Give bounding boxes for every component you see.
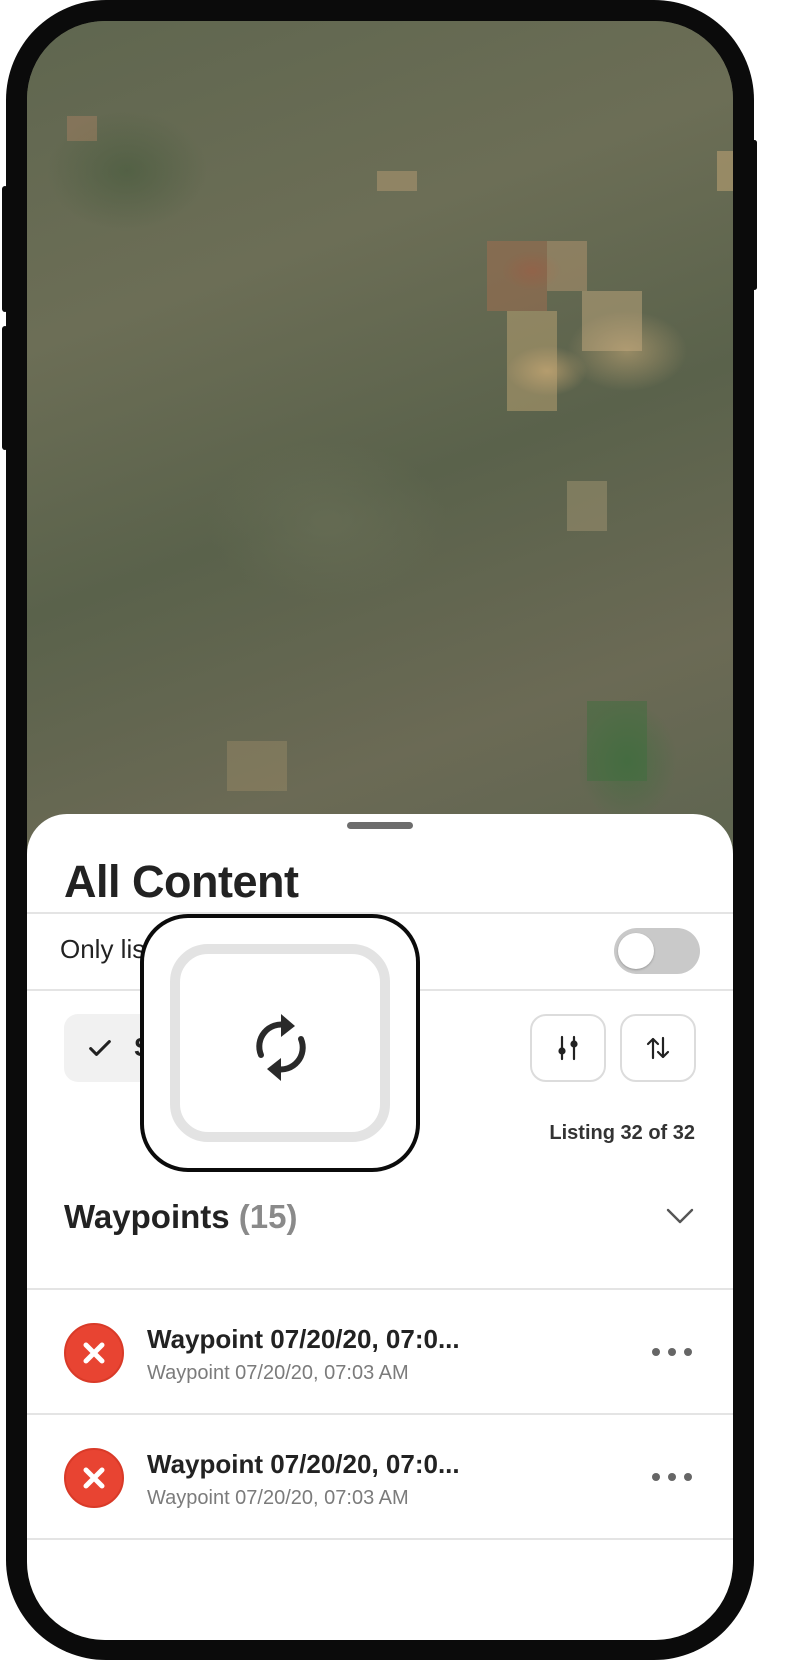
section-count: (15) bbox=[238, 1198, 298, 1235]
satellite-map[interactable] bbox=[27, 21, 733, 851]
red-x-icon bbox=[64, 1448, 124, 1508]
drag-handle[interactable] bbox=[347, 822, 413, 829]
sync-callout bbox=[140, 914, 420, 1172]
section-header[interactable]: Waypoints (15) bbox=[64, 1198, 297, 1236]
only-on-screen-toggle[interactable] bbox=[614, 928, 700, 974]
more-options-icon[interactable] bbox=[650, 1346, 694, 1358]
chevron-down-icon[interactable] bbox=[665, 1206, 695, 1226]
check-icon bbox=[89, 1040, 111, 1056]
sheet-title: All Content bbox=[64, 856, 299, 907]
item-subtitle: Waypoint 07/20/20, 07:03 AM bbox=[147, 1362, 409, 1384]
sort-arrows-icon bbox=[646, 1036, 670, 1060]
side-button-right bbox=[752, 140, 757, 290]
phone-screen: All Content Only list content on screen … bbox=[27, 21, 733, 1640]
more-options-icon[interactable] bbox=[650, 1471, 694, 1483]
side-button-left-1 bbox=[2, 186, 8, 312]
item-subtitle: Waypoint 07/20/20, 07:03 AM bbox=[147, 1487, 409, 1509]
side-button-left-2 bbox=[2, 326, 8, 450]
section-title: Waypoints bbox=[64, 1198, 230, 1235]
sort-button[interactable] bbox=[620, 1014, 696, 1082]
red-x-icon bbox=[64, 1323, 124, 1383]
item-title: Waypoint 07/20/20, 07:0... bbox=[147, 1449, 460, 1479]
listing-count: Listing 32 of 32 bbox=[549, 1122, 695, 1144]
sync-refresh-icon bbox=[256, 1014, 306, 1081]
list-item[interactable]: Waypoint 07/20/20, 07:0... Waypoint 07/2… bbox=[27, 1415, 733, 1539]
divider bbox=[27, 1538, 733, 1540]
item-title: Waypoint 07/20/20, 07:0... bbox=[147, 1324, 460, 1354]
toggle-knob bbox=[618, 933, 654, 969]
sync-button[interactable] bbox=[170, 944, 390, 1142]
sliders-icon bbox=[558, 1035, 578, 1061]
list-item[interactable]: Waypoint 07/20/20, 07:0... Waypoint 07/2… bbox=[27, 1290, 733, 1414]
filter-button[interactable] bbox=[530, 1014, 606, 1082]
